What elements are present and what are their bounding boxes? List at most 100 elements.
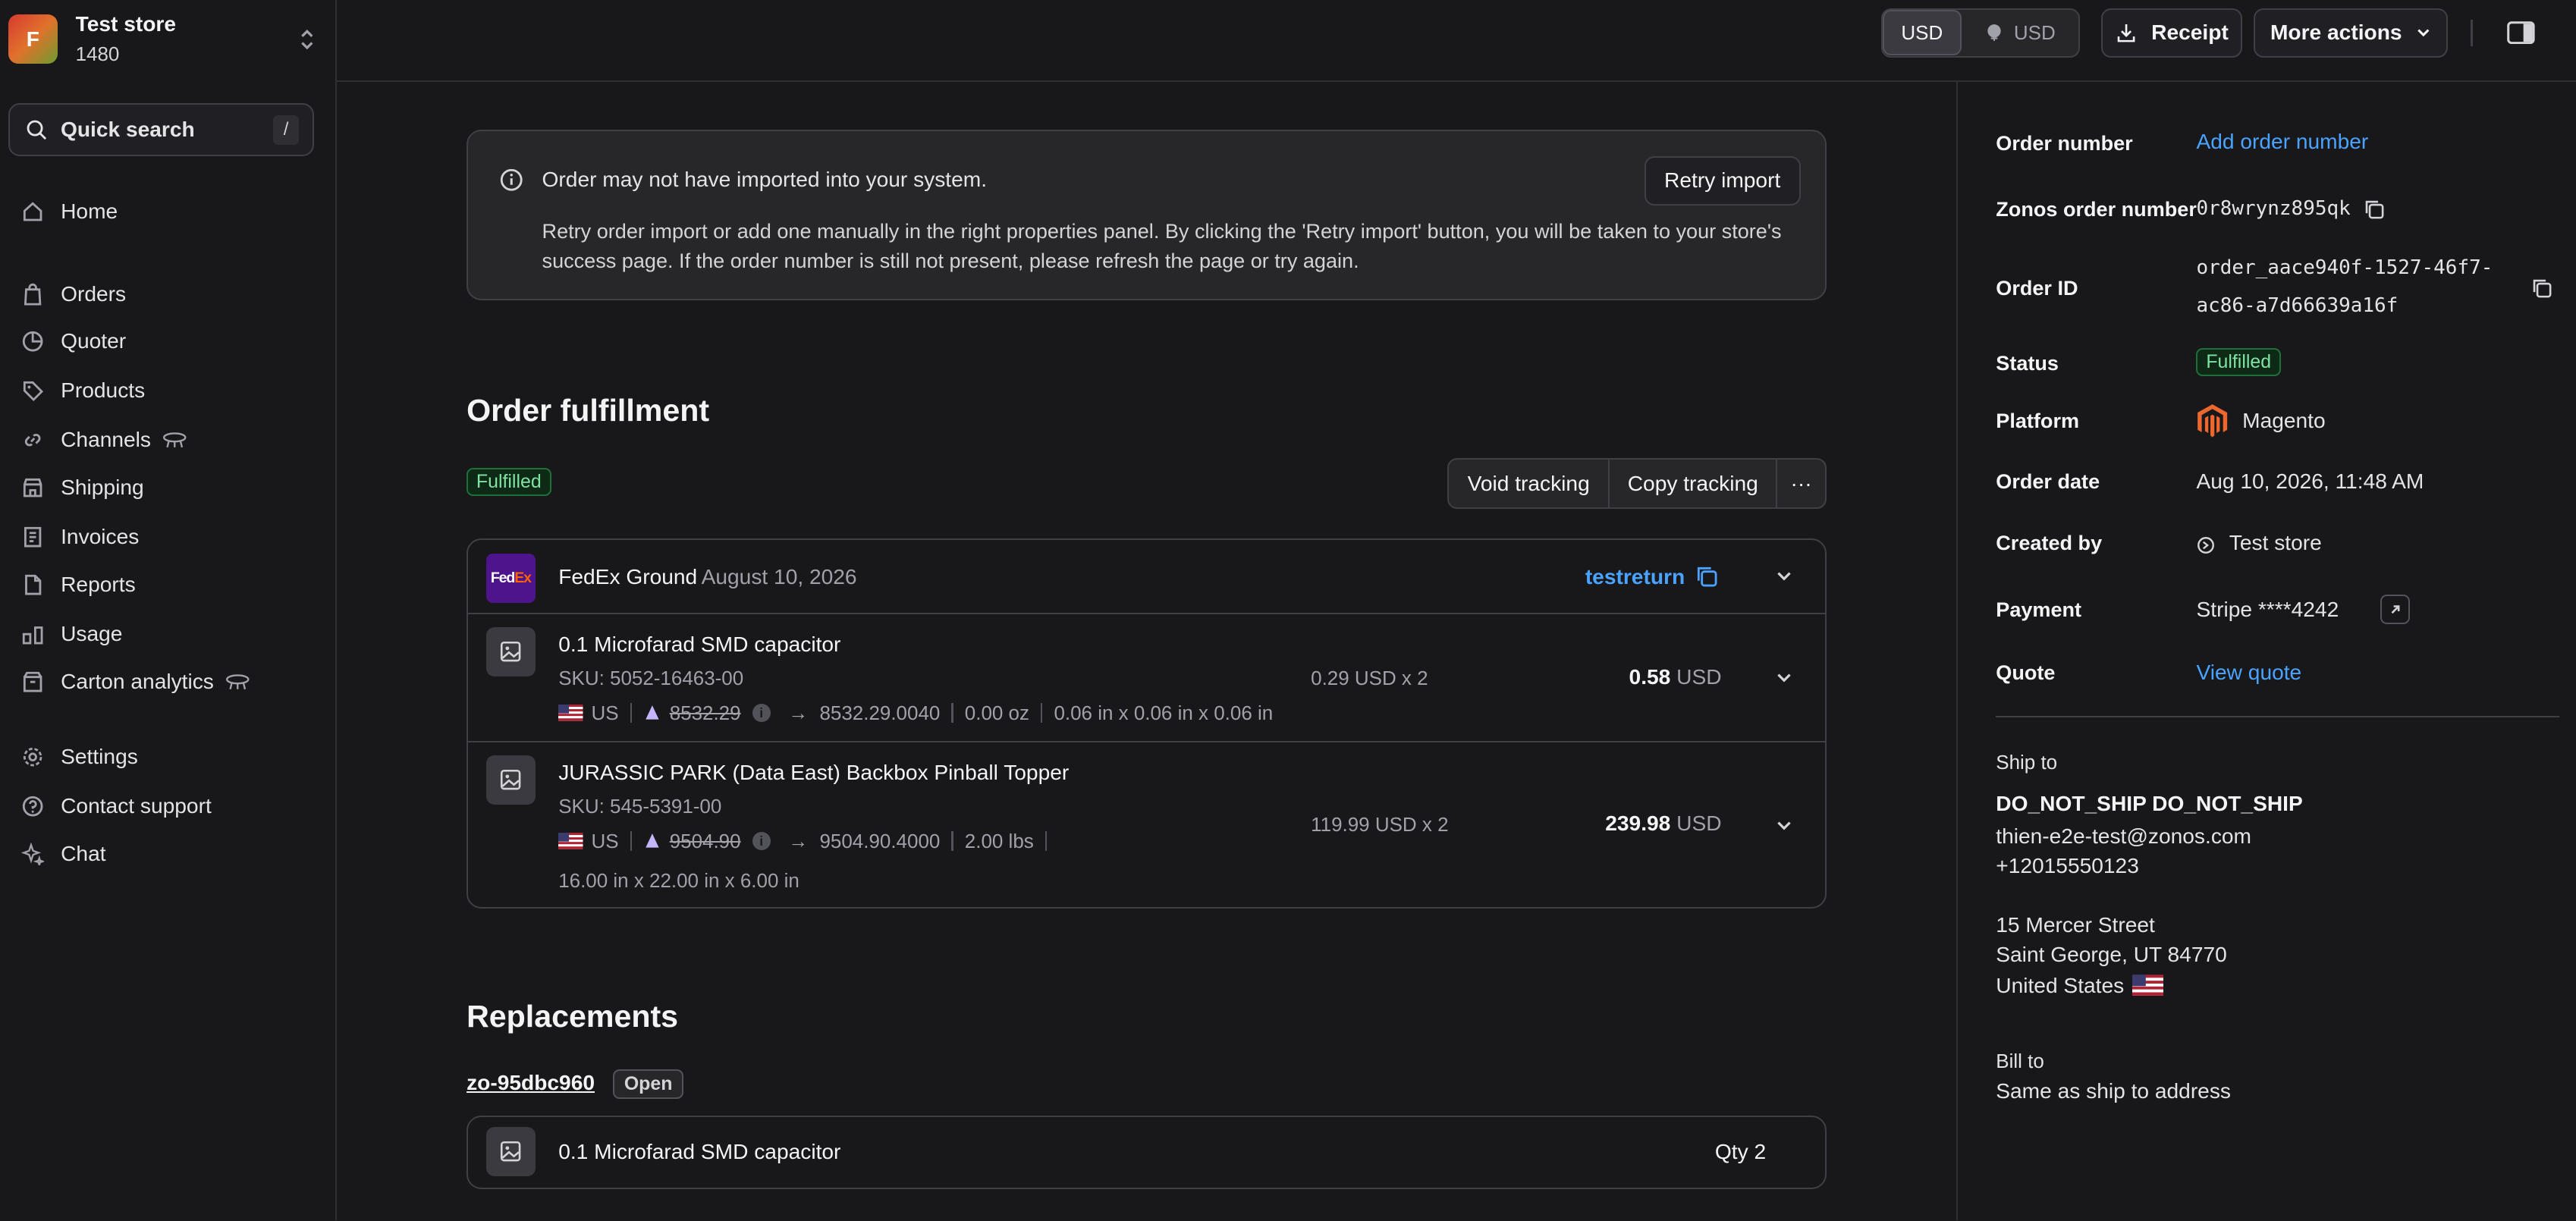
sidebar: F Test store 1480 Quick search / Home Or…: [0, 0, 337, 1221]
ship-to-country: United States: [1996, 974, 2125, 998]
item-name: 0.1 Microfarad SMD capacitor: [558, 632, 841, 656]
sparkle-icon: [20, 841, 46, 868]
currency-option-store[interactable]: USD: [1882, 9, 1962, 56]
item-total-currency: USD: [1676, 811, 1722, 835]
nav-products[interactable]: Products: [20, 373, 145, 410]
import-alert: Order may not have imported into your sy…: [467, 130, 1827, 301]
item-meta: US 8532.29 i → 8532.29.0040 0.00 oz 0.06…: [558, 702, 1273, 725]
info-icon[interactable]: i: [752, 832, 771, 850]
item-country: US: [591, 701, 619, 724]
platform-label: Platform: [1996, 409, 2080, 433]
fedex-logo: Fed Ex: [485, 553, 536, 603]
tracking-number-link[interactable]: testreturn: [1585, 565, 1685, 589]
nav-orders[interactable]: Orders: [20, 276, 126, 312]
nav-channels[interactable]: Channels: [20, 422, 187, 459]
item-unit-price: 119.99 USD x 2: [1311, 812, 1449, 836]
chevron-down-icon: [2417, 29, 2430, 37]
add-order-number-link[interactable]: Add order number: [2196, 130, 2368, 154]
home-icon: [20, 199, 46, 225]
nav-invoices[interactable]: Invoices: [20, 519, 139, 555]
receipt-button[interactable]: Receipt: [2101, 8, 2243, 58]
store-name: Test store: [75, 12, 177, 36]
ship-to-email: thien-e2e-test@zonos.com: [1996, 824, 2251, 849]
item-total-amount: 239.98: [1605, 811, 1671, 835]
copy-icon[interactable]: [1695, 565, 1718, 595]
retry-import-button[interactable]: Retry import: [1644, 155, 1801, 206]
item-total-currency: USD: [1676, 664, 1722, 689]
nav-shipping[interactable]: Shipping: [20, 469, 144, 506]
us-flag-icon: [558, 833, 583, 849]
link-icon: [20, 427, 46, 454]
replacement-item: 0.1 Microfarad SMD capacitor Qty 2: [467, 1115, 1827, 1190]
search-shortcut: /: [272, 115, 300, 145]
order-id-line1: order_aace940f-1527-46f7-: [2196, 256, 2493, 279]
item-weight: 0.00 oz: [964, 701, 1029, 724]
chevron-down-icon[interactable]: [1771, 813, 1798, 840]
hs-code-icon: [643, 832, 661, 850]
ship-date: August 10, 2026: [701, 564, 857, 589]
nav-label: Quoter: [61, 329, 127, 353]
chevron-down-icon[interactable]: [1771, 665, 1798, 692]
nav-label: Invoices: [61, 525, 140, 549]
replacements-title: Replacements: [467, 998, 679, 1034]
properties-panel: Order number Add order number Zonos orde…: [1956, 82, 2576, 1221]
store-switcher[interactable]: F Test store 1480: [8, 10, 321, 69]
void-tracking-button[interactable]: Void tracking: [1449, 460, 1610, 508]
view-quote-link[interactable]: View quote: [2196, 661, 2301, 685]
nav-chat[interactable]: Chat: [20, 836, 106, 872]
nav-quoter[interactable]: Quoter: [20, 324, 126, 360]
nav-label: Products: [61, 378, 146, 403]
sidebar-toggle-icon[interactable]: [2507, 21, 2535, 51]
copy-tracking-button[interactable]: Copy tracking: [1610, 460, 1778, 508]
tracking-actions: Void tracking Copy tracking ···: [1447, 458, 1827, 510]
payment-label: Payment: [1996, 598, 2082, 622]
more-options-button[interactable]: ···: [1777, 460, 1825, 507]
nav-home[interactable]: Home: [20, 194, 118, 231]
nav-label: Carton analytics: [61, 669, 214, 693]
nav-carton-analytics[interactable]: Carton analytics: [20, 664, 250, 700]
payment-value: Stripe ****4242: [2196, 598, 2339, 622]
gear-icon: [20, 744, 46, 771]
shipment-card: Fed Ex FedEx Ground August 10, 2026 testr…: [467, 538, 1827, 909]
chevron-updown-icon[interactable]: [294, 27, 321, 53]
item-meta: US 9504.90 i → 9504.90.4000 2.00 lbs: [558, 830, 1058, 853]
currency-option-customer[interactable]: USD: [1962, 10, 2078, 56]
hs-code-old: 9504.90: [669, 829, 741, 852]
nav-settings[interactable]: Settings: [20, 739, 138, 776]
replacement-item-name: 0.1 Microfarad SMD capacitor: [558, 1139, 841, 1163]
line-item: JURASSIC PARK (Data East) Backbox Pinbal…: [468, 744, 1825, 907]
item-dimensions: 0.06 in x 0.06 in x 0.06 in: [1054, 701, 1274, 724]
info-icon[interactable]: i: [752, 704, 771, 722]
nav-usage[interactable]: Usage: [20, 616, 122, 652]
nav-label: Usage: [61, 621, 123, 645]
store-avatar: F: [8, 14, 58, 64]
box-icon: [20, 668, 46, 695]
currency-toggle[interactable]: USD USD: [1880, 8, 2080, 58]
nav-contact-support[interactable]: Contact support: [20, 789, 212, 825]
ship-to-label: Ship to: [1996, 750, 2058, 774]
order-id-label: Order ID: [1996, 275, 2078, 300]
quick-search[interactable]: Quick search /: [8, 103, 314, 156]
ship-to-city: Saint George, UT 84770: [1996, 943, 2227, 967]
fulfillment-status-badge: Fulfilled: [467, 468, 551, 497]
nav-reports[interactable]: Reports: [20, 567, 136, 603]
copy-icon[interactable]: [2531, 276, 2552, 306]
item-weight: 2.00 lbs: [964, 829, 1034, 852]
item-total: 0.58 USD: [1629, 665, 1722, 689]
nav-label: Chat: [61, 842, 106, 866]
order-date-label: Order date: [1996, 469, 2100, 494]
info-icon: [499, 168, 523, 199]
image-placeholder-icon: [485, 1126, 536, 1176]
copy-icon[interactable]: [2364, 197, 2385, 227]
replacement-order-link[interactable]: zo-95dbc960: [467, 1071, 595, 1095]
item-country: US: [591, 829, 619, 852]
more-actions-button[interactable]: More actions: [2254, 8, 2449, 58]
chevron-down-icon[interactable]: [1771, 563, 1798, 590]
ship-to-street: 15 Mercer Street: [1996, 913, 2155, 937]
status-badge: Fulfilled: [2196, 348, 2281, 376]
external-link-icon[interactable]: [2380, 595, 2411, 624]
search-icon: [27, 120, 47, 140]
hs-code-new: 9504.90.4000: [819, 829, 941, 852]
order-id-line2: ac86-a7d66639a16f: [2196, 293, 2399, 317]
order-date-value: Aug 10, 2026, 11:48 AM: [2196, 469, 2424, 494]
